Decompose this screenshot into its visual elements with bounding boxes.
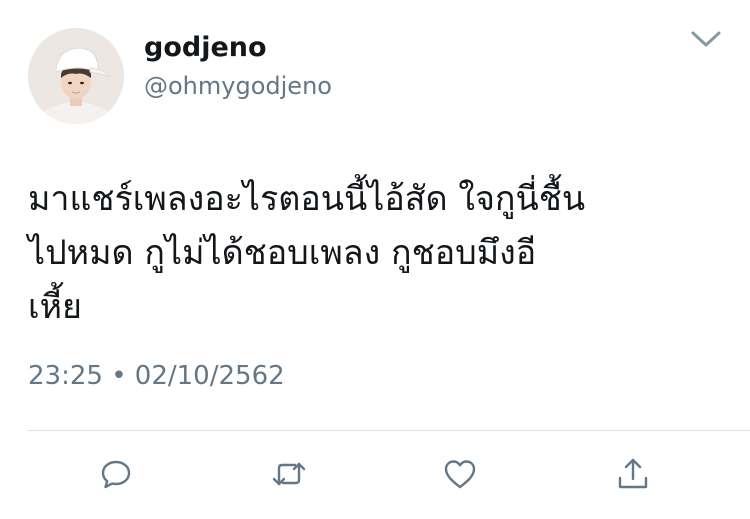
user-handle[interactable]: @ohmygodjeno [144, 70, 332, 102]
heart-icon[interactable] [442, 456, 478, 492]
divider [28, 430, 750, 431]
share-icon[interactable] [615, 456, 651, 492]
tweet-timestamp[interactable]: 23:25 • 02/10/2562 [28, 358, 285, 394]
tweet-text-line: เหี้ย [28, 287, 82, 327]
retweet-icon[interactable] [271, 456, 307, 492]
tweet-text-line: มาแชร์เพลงอะไรตอนนี้ไอ้สัด ใจกูนี่ชื้น [28, 179, 586, 219]
avatar-image [28, 28, 124, 124]
reply-icon[interactable] [98, 456, 134, 492]
chevron-down-icon[interactable] [690, 28, 722, 50]
tweet-text-line: ไปหมด กูไม่ได้ชอบเพลง กูชอบมึงอี [28, 233, 537, 273]
display-name[interactable]: godjeno [144, 30, 267, 66]
avatar[interactable] [28, 28, 124, 124]
tweet-text: มาแชร์เพลงอะไรตอนนี้ไอ้สัด ใจกูนี่ชื้น ไ… [28, 172, 728, 334]
